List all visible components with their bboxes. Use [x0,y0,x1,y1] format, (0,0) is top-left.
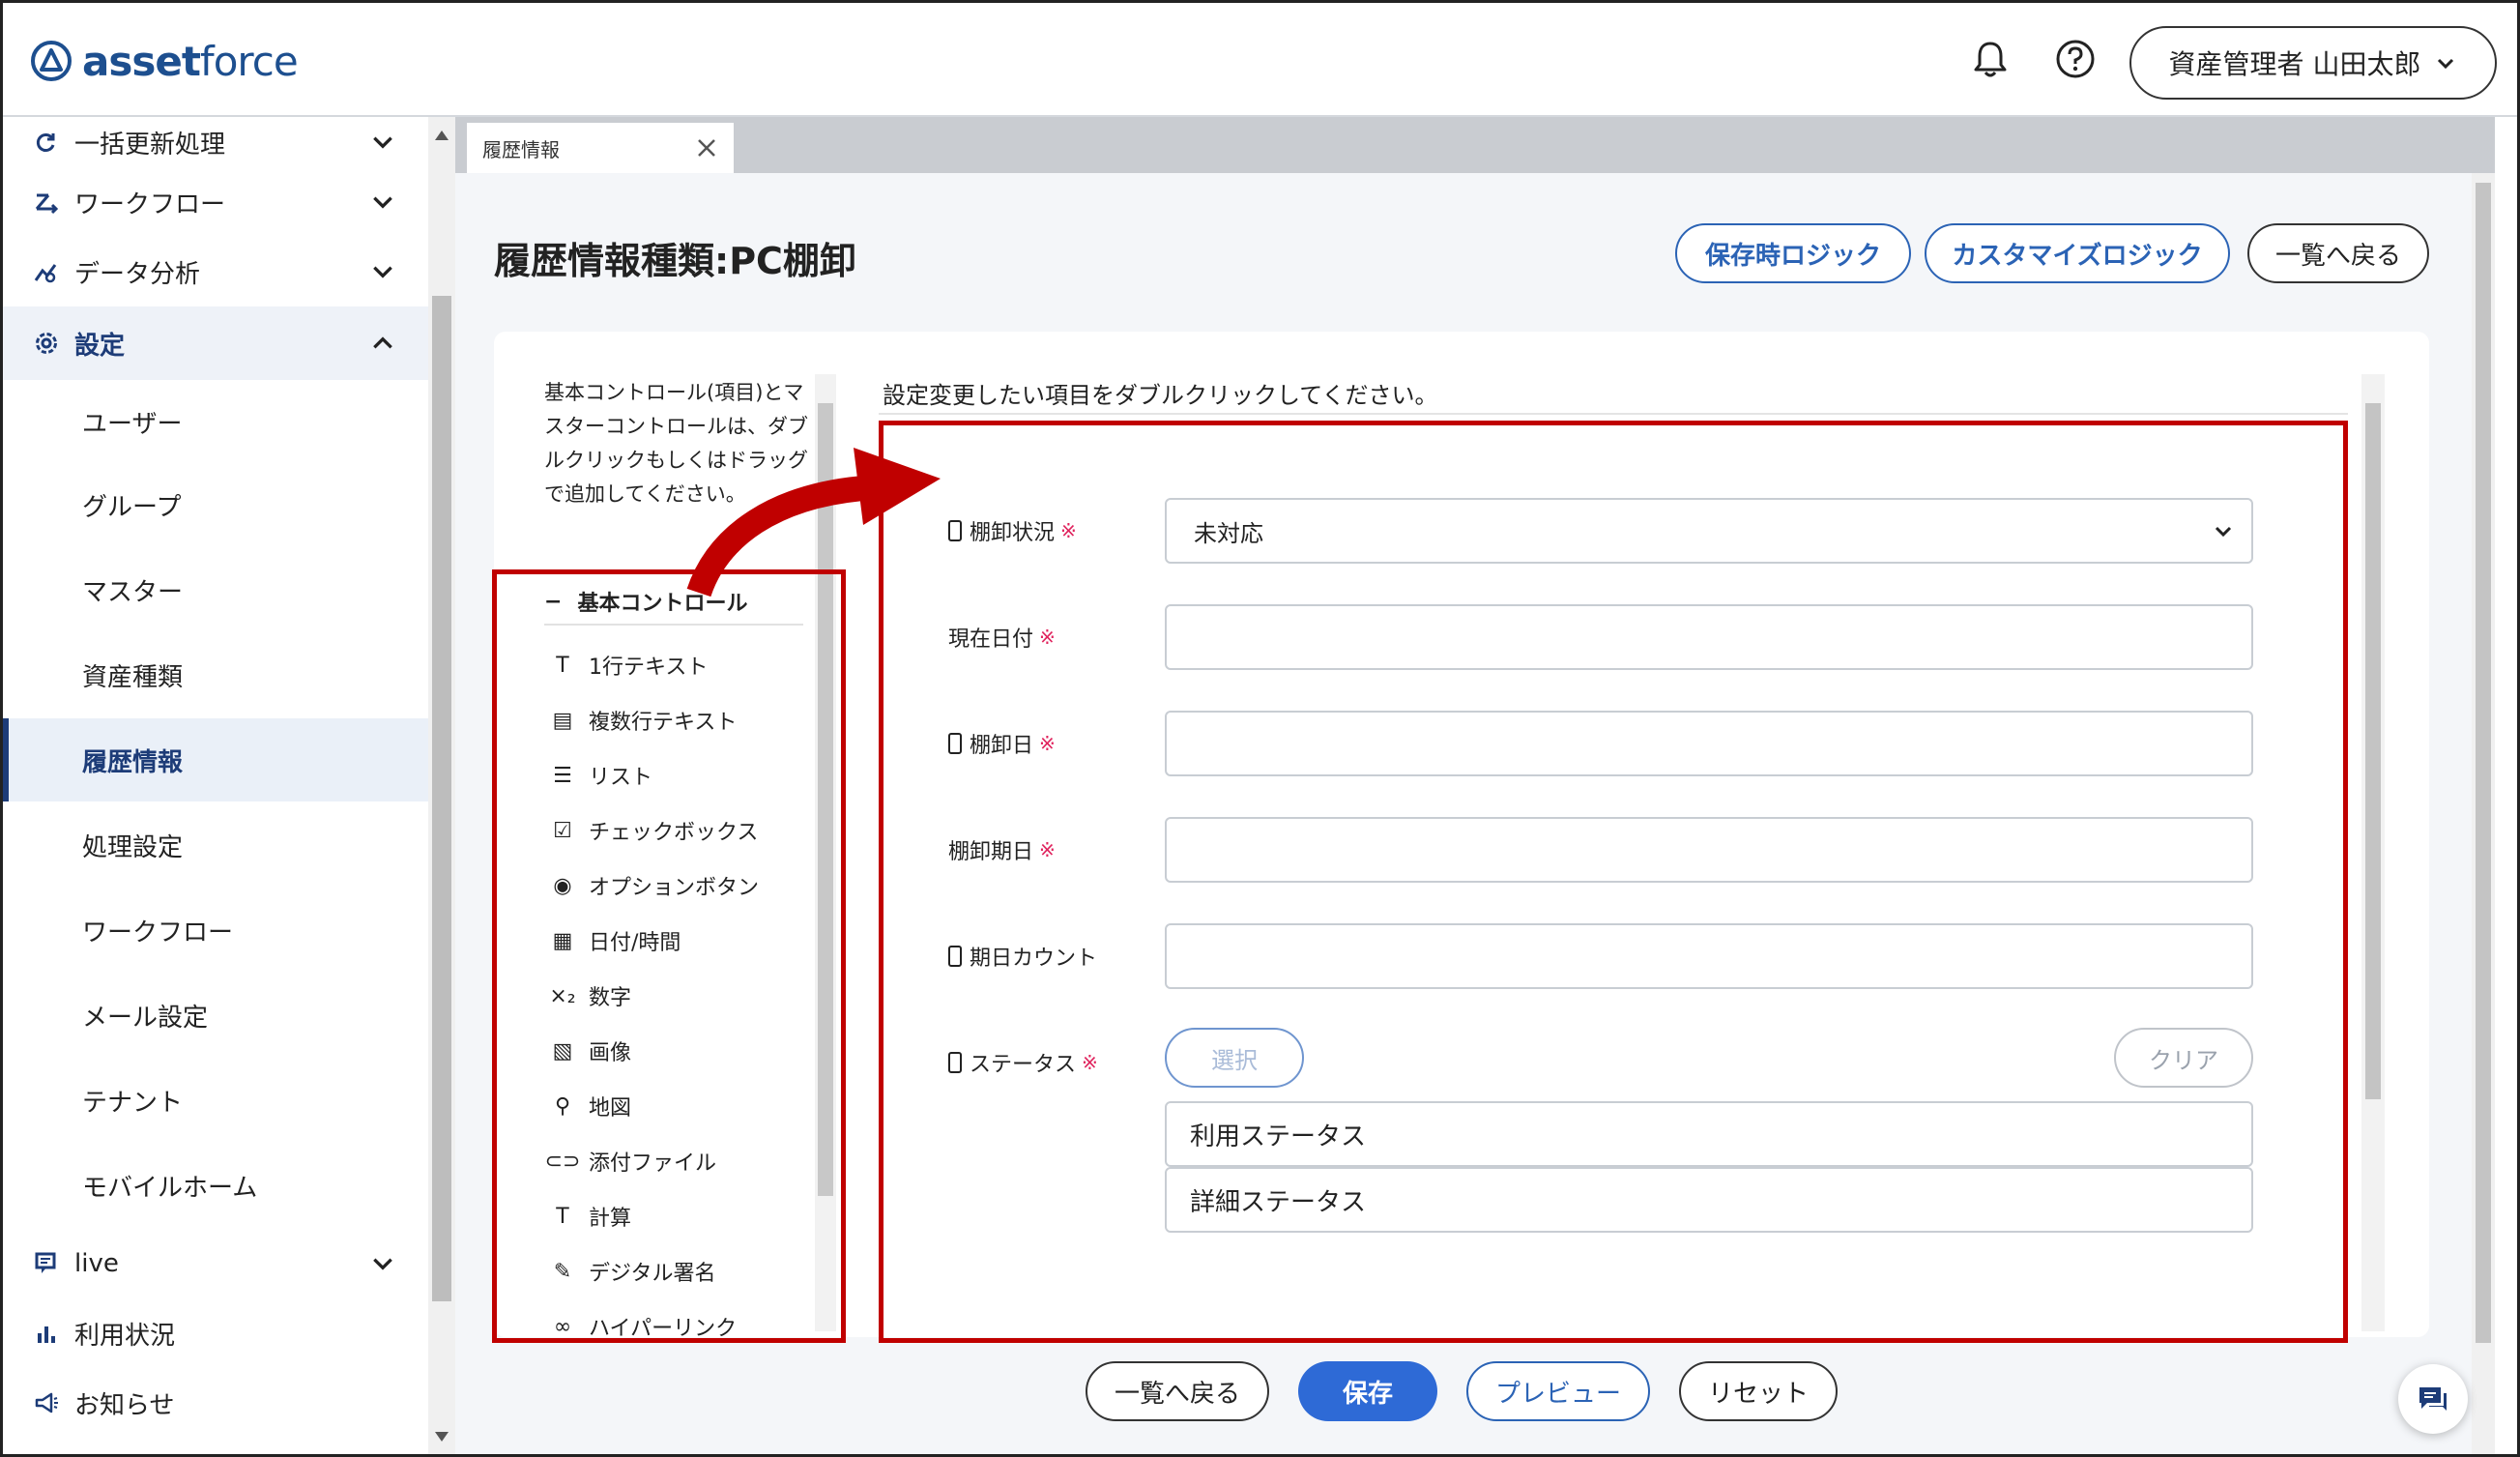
sidebar-sub-label: メール設定 [82,1003,209,1033]
chevron-down-icon [373,266,392,278]
page-title: 履歴情報種類:PC棚卸 [494,240,856,282]
scroll-up-arrow-icon[interactable] [435,131,449,140]
main-scroll-thumb[interactable] [2476,183,2491,1343]
sidebar-sub-label: グループ [82,492,182,522]
sidebar-sub-tenant[interactable]: テナント [3,1059,428,1142]
megaphone-icon [32,1388,61,1417]
chat-support-button[interactable] [2398,1364,2468,1434]
sidebar-sub-users[interactable]: ユーザー [3,380,428,463]
sidebar-sub-label: 処理設定 [82,832,184,862]
sidebar-item-label: データ分析 [74,259,201,289]
divider [879,413,2348,415]
sidebar-item-label: ワークフロー [74,189,226,219]
customize-logic-button[interactable]: カスタマイズロジック [1925,223,2230,283]
save-logic-button[interactable]: 保存時ロジック [1675,223,1911,283]
bell-icon[interactable] [1969,38,2012,80]
tab-label: 履歴情報 [482,137,560,161]
sidebar-item-notices[interactable]: お知らせ [3,1368,428,1438]
highlight-box-palette [492,569,846,1343]
app-window: assetforce 資産管理者 山田太郎 一括更新処理 ワークフロー データ分… [0,0,2520,1457]
workflow-icon [32,188,61,217]
sidebar-scroll-thumb[interactable] [432,296,451,1301]
sidebar-item-label: お知らせ [74,1390,175,1420]
sidebar-item-label: 利用状況 [74,1321,176,1351]
top-header: assetforce 資産管理者 山田太郎 [3,3,2517,117]
sidebar-sub-label: ユーザー [82,409,183,439]
logo-text-bold: asset [82,37,201,85]
sidebar-sub-groups[interactable]: グループ [3,463,428,546]
chat-icon [2419,1387,2447,1411]
sidebar-item-data-analysis[interactable]: データ分析 [3,237,428,306]
sidebar-item-bulk-update[interactable]: 一括更新処理 [3,117,428,167]
sidebar-sub-label: モバイルホーム [82,1173,258,1203]
form-scroll-thumb[interactable] [2365,403,2381,1099]
sidebar-sub-asset-types[interactable]: 資産種類 [3,633,428,716]
reset-button[interactable]: リセット [1679,1361,1838,1421]
save-button[interactable]: 保存 [1298,1361,1437,1421]
sidebar-sub-workflow[interactable]: ワークフロー [3,889,428,972]
tab-bar: 履歴情報 [455,117,2495,173]
sidebar-item-label: 一括更新処理 [74,130,226,160]
gear-icon [32,329,61,358]
analytics-icon [32,257,61,286]
refresh-icon [32,128,61,157]
sidebar-item-label: 設定 [74,331,126,361]
close-icon[interactable] [695,136,718,160]
highlight-box-form [879,421,2348,1343]
scroll-down-arrow-icon[interactable] [435,1432,449,1442]
chevron-up-icon [373,336,392,349]
sidebar-sub-mobile-home[interactable]: モバイルホーム [3,1144,428,1227]
bar-chart-icon [32,1319,61,1348]
sidebar-sub-master[interactable]: マスター [3,548,428,631]
sidebar-sub-label: 履歴情報 [82,747,184,777]
sidebar-item-usage[interactable]: 利用状況 [3,1298,428,1368]
sidebar-sub-history-info[interactable]: 履歴情報 [3,718,428,801]
back-to-list-button[interactable]: 一覧へ戻る [1086,1361,1269,1421]
sidebar-sub-mail-settings[interactable]: メール設定 [3,974,428,1057]
chevron-down-icon [373,136,392,149]
live-icon [32,1249,61,1278]
sidebar-sub-process-settings[interactable]: 処理設定 [3,803,428,887]
sidebar-item-settings[interactable]: 設定 [3,306,428,380]
sidebar-item-label: live [74,1249,119,1278]
form-scrollbar[interactable] [2361,374,2385,1331]
sidebar-item-workflow[interactable]: ワークフロー [3,167,428,237]
chevron-down-icon [373,196,392,209]
sidebar-sub-label: マスター [82,577,184,607]
back-to-list-top-button[interactable]: 一覧へ戻る [2247,223,2429,283]
logo-icon [31,41,72,81]
user-label: 資産管理者 山田太郎 [2168,48,2421,80]
main-scrollbar[interactable] [2472,173,2495,1454]
tab-history-info[interactable]: 履歴情報 [467,123,734,173]
sidebar-sub-label: テナント [82,1088,184,1118]
user-menu-button[interactable]: 資産管理者 山田太郎 [2129,26,2497,100]
logo-text-thin: force [199,37,299,85]
sidebar-sub-label: 資産種類 [82,662,184,692]
sidebar-sub-label: ワークフロー [82,918,234,947]
chevron-down-icon [373,1258,392,1270]
sidebar-scrollbar[interactable] [428,117,455,1454]
asset-force-logo[interactable]: assetforce [30,36,299,86]
help-icon[interactable] [2054,38,2097,80]
sidebar: 一括更新処理 ワークフロー データ分析 設定 ユーザー グループ マスター 資産… [3,117,428,1454]
preview-button[interactable]: プレビュー [1466,1361,1650,1421]
sidebar-item-live[interactable]: live [3,1229,428,1298]
chevron-down-icon [2438,58,2454,70]
form-hint: 設定変更したい項目をダブルクリックしてください。 [883,382,1438,409]
